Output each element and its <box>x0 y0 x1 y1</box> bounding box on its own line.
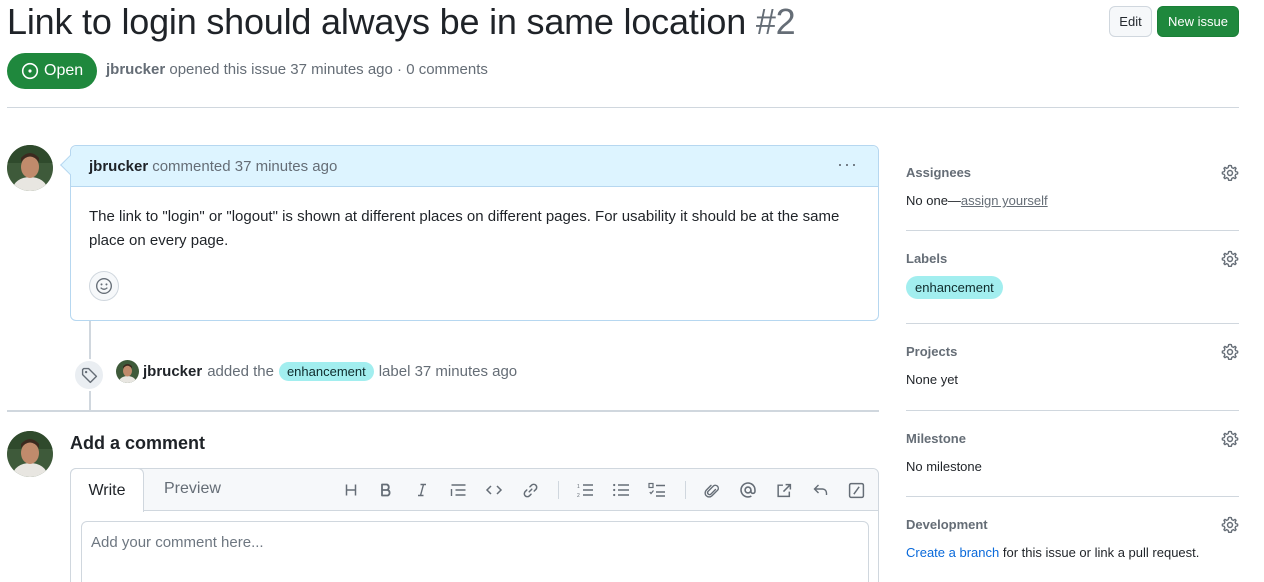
code-icon[interactable] <box>483 479 505 501</box>
issue-author-link[interactable]: jbrucker <box>106 61 165 78</box>
editor-toolbar: Write Preview 12 <box>70 468 878 512</box>
timeline-line <box>89 321 91 361</box>
smiley-icon <box>96 278 112 294</box>
link-icon[interactable] <box>519 479 541 501</box>
tab-write[interactable]: Write <box>70 468 144 512</box>
projects-gear-icon[interactable] <box>1221 343 1239 364</box>
task-list-icon[interactable] <box>646 479 668 501</box>
comment-author-link[interactable]: jbrucker <box>89 158 148 175</box>
mention-icon[interactable] <box>737 479 759 501</box>
timeline-event: jbrucker added the enhancement label 37 … <box>116 360 517 383</box>
avatar-image <box>116 360 139 383</box>
tag-icon <box>81 367 97 383</box>
assignees-value: No one—assign yourself <box>906 193 1239 208</box>
event-action: added the <box>207 363 274 380</box>
sidebar-assignees: Assignees No one—assign yourself <box>906 164 1239 208</box>
event-suffix[interactable]: label 37 minutes ago <box>379 363 517 380</box>
unordered-list-icon[interactable] <box>610 479 632 501</box>
svg-text:2: 2 <box>577 493 580 498</box>
comment-time[interactable]: commented 37 minutes ago <box>152 158 337 175</box>
issue-title: Link to login should always be in same l… <box>7 1 796 43</box>
slash-command-icon[interactable] <box>845 479 867 501</box>
status-label: Open <box>44 62 84 79</box>
issue-title-text: Link to login should always be in same l… <box>7 1 747 42</box>
issue-opened-icon <box>21 62 39 80</box>
milestone-heading: Milestone <box>906 431 966 446</box>
header-divider <box>7 107 1239 108</box>
toolbar-divider <box>685 481 686 499</box>
development-suffix: for this issue or link a pull request. <box>999 545 1200 560</box>
new-issue-button[interactable]: New issue <box>1157 6 1239 37</box>
sidebar-labels: Labels enhancement <box>906 250 1239 299</box>
toolbar-divider <box>558 481 559 499</box>
sidebar-divider <box>906 230 1239 231</box>
bold-icon[interactable] <box>375 479 397 501</box>
ordered-list-icon[interactable]: 12 <box>574 479 596 501</box>
milestone-gear-icon[interactable] <box>1221 430 1239 451</box>
reply-icon[interactable] <box>809 479 831 501</box>
cross-reference-icon[interactable] <box>773 479 795 501</box>
status-badge: Open <box>7 53 97 89</box>
paperclip-icon[interactable] <box>701 479 723 501</box>
sidebar-divider <box>906 410 1239 411</box>
heading-icon[interactable] <box>340 479 362 501</box>
projects-value: None yet <box>906 372 959 387</box>
sidebar-label-enhancement[interactable]: enhancement <box>906 276 1003 299</box>
timeline-badge <box>73 359 105 391</box>
timeline-line <box>89 391 91 410</box>
assign-yourself-link[interactable]: assign yourself <box>961 193 1048 208</box>
svg-text:1: 1 <box>577 484 580 490</box>
label-enhancement[interactable]: enhancement <box>278 362 374 381</box>
quote-icon[interactable] <box>447 479 469 501</box>
add-comment-heading: Add a comment <box>70 433 206 453</box>
labels-heading: Labels <box>906 251 948 266</box>
add-reaction-button[interactable] <box>89 271 119 301</box>
italic-icon[interactable] <box>411 479 433 501</box>
issue-meta-text: opened this issue 37 minutes ago · 0 com… <box>169 61 488 78</box>
assignees-gear-icon[interactable] <box>1221 164 1239 185</box>
assignees-none-text: No one— <box>906 193 961 208</box>
milestone-value: No milestone <box>906 459 982 474</box>
edit-button[interactable]: Edit <box>1109 6 1152 37</box>
avatar-image <box>7 431 53 477</box>
assignees-heading: Assignees <box>906 165 972 180</box>
development-value: Create a branch for this issue or link a… <box>906 545 1239 560</box>
tab-preview[interactable]: Preview <box>164 480 221 498</box>
issue-meta: jbrucker opened this issue 37 minutes ag… <box>106 61 488 78</box>
comment-card: jbrucker commented 37 minutes ago ··· Th… <box>60 145 879 321</box>
sidebar-divider <box>906 496 1239 497</box>
avatar[interactable] <box>7 431 53 477</box>
timeline-divider <box>7 410 879 412</box>
create-branch-link[interactable]: Create a branch <box>906 545 999 560</box>
kebab-menu-icon[interactable]: ··· <box>837 154 858 175</box>
avatar-image <box>7 145 53 191</box>
comment-body: The link to "login" or "logout" is shown… <box>89 208 840 249</box>
sidebar-development: Development Create a branch for this iss… <box>906 516 1239 560</box>
comment-header: jbrucker commented 37 minutes ago ··· <box>71 146 878 187</box>
sidebar-divider <box>906 323 1239 324</box>
comment-editor: Write Preview 12 Add your comment here..… <box>70 468 879 582</box>
development-gear-icon[interactable] <box>1221 516 1239 537</box>
development-heading: Development <box>906 517 988 532</box>
avatar[interactable] <box>7 145 53 191</box>
sidebar-milestone: Milestone No milestone <box>906 430 1239 474</box>
issue-number: #2 <box>755 1 796 42</box>
event-author-link[interactable]: jbrucker <box>143 363 202 380</box>
labels-gear-icon[interactable] <box>1221 250 1239 271</box>
sidebar-projects: Projects None yet <box>906 343 1239 387</box>
avatar[interactable] <box>116 360 139 383</box>
comment-textarea[interactable]: Add your comment here... <box>81 521 869 582</box>
projects-heading: Projects <box>906 344 958 359</box>
